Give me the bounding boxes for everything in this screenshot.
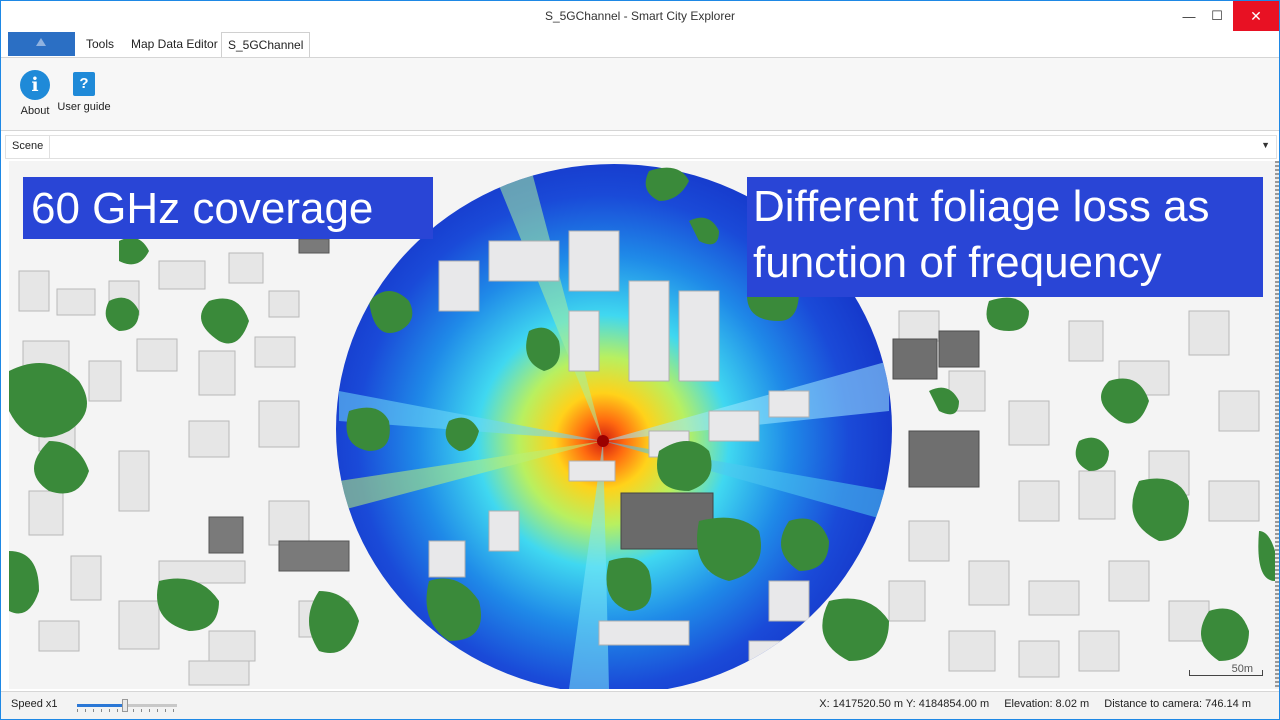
elevation-readout: Elevation: 8.02 m <box>1004 698 1090 710</box>
close-button[interactable]: ✕ <box>1233 1 1279 31</box>
scene-selector[interactable]: Scene ▼ <box>5 135 1277 159</box>
ribbon-panel: i About ? User guide <box>1 57 1279 131</box>
window-title: S_5GChannel - Smart City Explorer <box>544 9 736 23</box>
coordinates-readout: X: 1417520.50 m Y: 4184854.00 m <box>819 698 990 710</box>
title-bar: S_5GChannel - Smart City Explorer — ☐ ✕ <box>1 1 1279 31</box>
info-icon: i <box>20 70 50 100</box>
foliage-caption-line2: function of frequency <box>753 238 1162 287</box>
scene-label: Scene <box>6 136 51 158</box>
status-bar: Speed x1 X: 1417520.50 m Y: 4184854.00 m… <box>1 691 1279 719</box>
chevron-down-icon[interactable]: ▼ <box>1261 140 1270 150</box>
about-button[interactable]: i About <box>17 66 53 117</box>
coverage-caption: 60 GHz coverage <box>23 177 433 239</box>
viewport-scrollbar[interactable] <box>1275 161 1279 689</box>
scale-bar: 50m <box>1181 659 1269 681</box>
app-window: S_5GChannel - Smart City Explorer — ☐ ✕ … <box>0 0 1280 720</box>
speed-slider[interactable] <box>77 699 177 713</box>
status-readout: X: 1417520.50 m Y: 4184854.00 m Elevatio… <box>807 698 1251 710</box>
app-menu-icon <box>36 38 46 46</box>
ribbon-tabs: Tools Map Data Editor S_5GChannel <box>1 31 1279 57</box>
user-guide-label: User guide <box>57 101 111 113</box>
minimize-button[interactable]: — <box>1175 1 1203 31</box>
about-label: About <box>20 105 50 117</box>
transmitter-marker <box>597 435 609 447</box>
foliage-caption-line1: Different foliage loss as <box>753 182 1210 231</box>
help-icon: ? <box>73 72 95 96</box>
tab-map-data-editor[interactable]: Map Data Editor <box>131 37 218 51</box>
scale-line <box>1189 670 1263 676</box>
maximize-button[interactable]: ☐ <box>1203 1 1231 31</box>
foliage-caption: Different foliage loss as function of fr… <box>747 177 1263 297</box>
tab-s5gchannel[interactable]: S_5GChannel <box>221 32 311 57</box>
camera-distance-readout: Distance to camera: 746.14 m <box>1104 698 1251 710</box>
slider-thumb[interactable] <box>122 699 128 712</box>
user-guide-button[interactable]: ? User guide <box>55 66 113 113</box>
tab-tools[interactable]: Tools <box>86 37 114 51</box>
speed-label: Speed x1 <box>11 698 58 710</box>
app-menu-button[interactable] <box>8 32 75 56</box>
slider-fill <box>77 704 125 707</box>
scene-viewport[interactable]: 60 GHz coverage Different foliage loss a… <box>9 161 1275 689</box>
